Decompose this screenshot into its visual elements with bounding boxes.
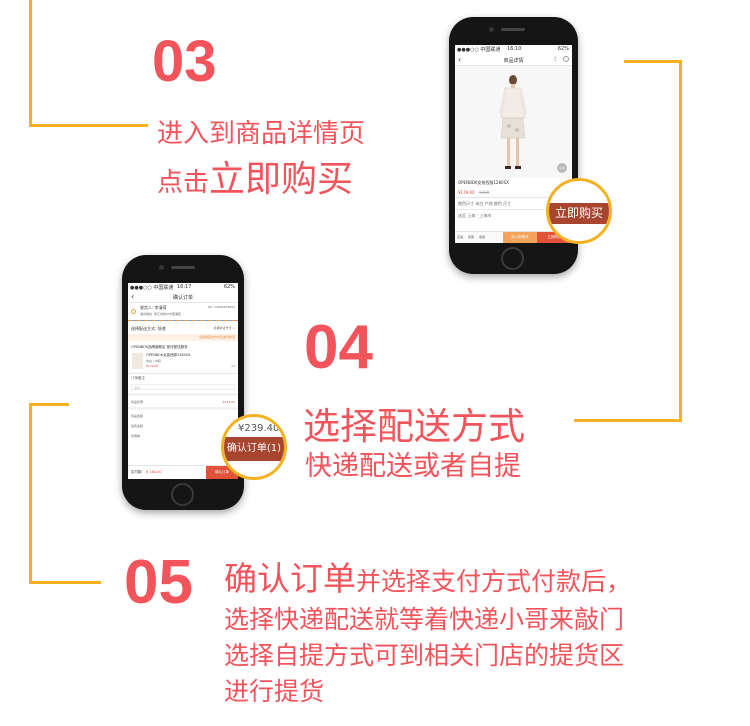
step-03-line2: 点击立即购买 bbox=[157, 150, 353, 202]
step-05-title-big: 确认订单 bbox=[224, 559, 356, 598]
phone-speaker bbox=[501, 28, 525, 31]
coupon-value: ¥179.00 bbox=[222, 400, 235, 404]
model-figure-icon bbox=[499, 75, 527, 169]
step-05-title-line: 确认订单并选择支付方式付款后， bbox=[224, 552, 631, 600]
order-item-spec: 米白 / 均码 bbox=[146, 359, 161, 363]
connector-line-top-left-vertical bbox=[29, 0, 32, 127]
step-04-subtitle: 快递配送或者自提 bbox=[305, 451, 521, 482]
section-gap bbox=[128, 407, 238, 410]
receiver-name: 收货人: 李清荷 bbox=[140, 305, 167, 310]
status-time: 16:10 bbox=[507, 46, 522, 52]
zoom-confirm-order-button[interactable]: 确认订单(1) bbox=[224, 437, 284, 461]
order-remark-input[interactable]: 选填 bbox=[131, 384, 235, 390]
confirm-bottom-bar: 实付款: ¥ 184.00 确认订单 bbox=[128, 465, 238, 479]
bottom-icon-shop[interactable]: 店铺 bbox=[457, 235, 463, 239]
status-carrier: ●●●○○ 中国联通 bbox=[130, 285, 174, 291]
step-04-title: 选择配送方式 bbox=[303, 405, 525, 448]
step-03-line2-big: 立即购买 bbox=[209, 159, 354, 200]
product-price: ¥179.00 bbox=[458, 190, 475, 195]
step-03-line1: 进入到商品详情页 bbox=[157, 119, 366, 149]
connector-line-right-bottom bbox=[574, 419, 682, 422]
order-remark-label: 订单备注 bbox=[131, 376, 145, 380]
zoom-price-strip bbox=[549, 195, 609, 203]
product-name: OPENBOX女装西服1280SX bbox=[458, 180, 509, 185]
connector-line-right-top bbox=[624, 60, 682, 63]
status-time: 16:17 bbox=[177, 284, 192, 290]
order-item-thumbnail[interactable] bbox=[132, 353, 143, 369]
summary-shipping-label: 运费金额 bbox=[131, 424, 144, 428]
receiver-address[interactable]: 收货地址: 浙江省杭州市西湖区 ... bbox=[140, 312, 185, 316]
step-05-line2: 选择快递配送就等着快递小哥来敲门 bbox=[224, 605, 625, 634]
phone-confirm-order: ●●●○○ 中国联通 16:17 62% ‹ 确认订单 收货人: 李清荷 Tel… bbox=[122, 255, 244, 510]
shop-name: OPENBOX品牌旗舰店 差评配送服务 bbox=[131, 345, 188, 349]
nav-title: 确认订单 bbox=[172, 295, 193, 301]
order-item-name: OPENBOX女装西服1280SX bbox=[146, 353, 191, 357]
zoom-buy-now-button[interactable]: 立即购买 bbox=[549, 203, 609, 224]
more-icon[interactable] bbox=[563, 56, 569, 62]
status-battery: 62% bbox=[223, 284, 235, 290]
delivery-method-label: 选择配送方式: 快递 bbox=[131, 326, 166, 331]
location-pin-icon bbox=[131, 309, 136, 314]
order-item-price: ¥179.00 bbox=[146, 364, 159, 368]
image-page-badge: 1/4 bbox=[557, 163, 567, 173]
step-03-line2-small: 点击 bbox=[157, 168, 210, 198]
confirm-order-zoom-callout: ¥239.40 确认订单(1) bbox=[221, 414, 287, 480]
status-battery: 62% bbox=[557, 46, 569, 52]
connector-line-left-top bbox=[29, 403, 69, 406]
share-icon[interactable]: ⇪ bbox=[553, 56, 558, 63]
summary-coupon-label: 优惠券 bbox=[131, 434, 141, 438]
connector-line-right-vertical bbox=[679, 60, 682, 422]
bottom-icon-favorite[interactable]: 收藏 bbox=[479, 235, 485, 239]
order-item-qty: x1 bbox=[231, 364, 235, 368]
home-button[interactable] bbox=[501, 247, 524, 270]
product-spec-row[interactable]: 颜色尺寸 米白 产地 颜色 尺寸 bbox=[458, 201, 511, 207]
product-image[interactable]: 1/4 bbox=[455, 66, 572, 178]
phone-speaker bbox=[171, 266, 195, 269]
summary-goods-label: 商品金额 bbox=[131, 414, 144, 418]
delivery-notice: 请选择配送方式及收货时间 bbox=[128, 334, 238, 341]
delivery-method-link[interactable]: 选择收货方式 > bbox=[214, 326, 235, 330]
phone-camera bbox=[159, 265, 164, 270]
status-carrier: ●●●○○ 中国联通 bbox=[457, 47, 501, 53]
step-05-number: 05 bbox=[124, 548, 193, 617]
coupon-label[interactable]: 商品优惠 bbox=[131, 400, 143, 404]
step-05-title-rest: 并选择支付方式付款后， bbox=[356, 567, 632, 596]
total-label: 实付款: bbox=[131, 470, 143, 474]
connector-line-left-vertical bbox=[29, 403, 32, 584]
step-03-number: 03 bbox=[152, 29, 217, 94]
receiver-phone: Tel: 13944303823 bbox=[208, 305, 235, 309]
step-05-line4: 进行提货 bbox=[224, 677, 325, 706]
home-button[interactable] bbox=[171, 483, 194, 506]
total-value: ¥ 184.00 bbox=[146, 470, 162, 474]
step-04-number: 04 bbox=[304, 313, 373, 382]
section-gap bbox=[128, 393, 238, 396]
zoom-price: ¥239.40 bbox=[238, 423, 280, 434]
step-05-line3: 选择自提方式可到相关门店的提货区 bbox=[224, 641, 625, 670]
product-shipping-row[interactable]: 送至 上海 - 上海市 bbox=[458, 213, 491, 219]
add-to-cart-button[interactable]: 加入购物车 bbox=[503, 232, 537, 243]
address-stripe bbox=[128, 320, 238, 321]
product-original-price: ¥398 bbox=[479, 190, 490, 195]
connector-line-left-bottom bbox=[29, 581, 101, 584]
phone-camera bbox=[489, 27, 494, 32]
buy-now-zoom-callout: 立即购买 bbox=[546, 178, 612, 244]
connector-line-top-left-horizontal bbox=[29, 124, 148, 127]
bottom-icon-service[interactable]: 客服 bbox=[468, 235, 474, 239]
